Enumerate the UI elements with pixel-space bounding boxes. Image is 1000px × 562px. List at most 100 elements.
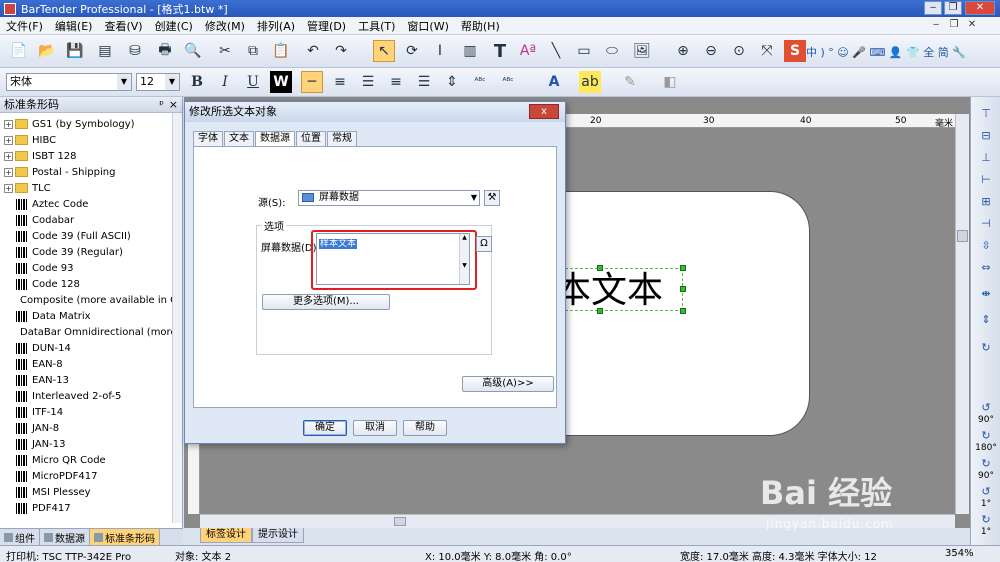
rich-text-icon[interactable]: Aª [517,40,539,62]
tree-folder[interactable]: + ISBT 128 [0,148,182,164]
zoom-fit-icon[interactable]: ⊙ [728,40,750,62]
tree-folder[interactable]: + HIBC [0,132,182,148]
expand-icon[interactable]: + [4,119,13,129]
ok-button[interactable]: 确定 [303,420,347,436]
text-tool-icon[interactable]: T [489,40,511,62]
bold-button[interactable]: B [186,71,208,93]
tree-barcode[interactable]: JAN-8 [0,420,182,436]
tree-barcode[interactable]: PDF417 [0,500,182,516]
tab-general[interactable]: 常规 [327,131,357,146]
menu-tools[interactable]: 工具(T) [352,18,401,34]
tree-barcode[interactable]: Code 128 [0,276,182,292]
barcode-tool-icon[interactable]: ▥ [459,40,481,62]
tree-barcode[interactable]: MSI Plessey [0,484,182,500]
new-file-icon[interactable]: 📄 [8,40,30,62]
pin-icon[interactable]: ᵖ [159,97,164,113]
align-right-icon[interactable]: ≡ [385,71,407,93]
menu-help[interactable]: 帮助(H) [455,18,506,34]
resize-handle[interactable] [597,265,603,271]
rectangle-tool-icon[interactable]: ▭ [573,40,595,62]
line-spacing-icon[interactable]: ⇕ [441,71,463,93]
special-char-button[interactable]: Ω [476,236,492,252]
menu-file[interactable]: 文件(F) [0,18,49,34]
italic-button[interactable]: I [214,71,236,93]
align-left-icon[interactable]: ≡ [329,71,351,93]
page-setup-icon[interactable]: ▤ [94,40,116,62]
align-right-edge-icon[interactable]: ⊣ [975,213,997,233]
pen-color-icon[interactable]: ✎ [619,71,641,93]
align-top-icon[interactable]: ⊤ [975,103,997,123]
tree-barcode[interactable]: Code 39 (Full ASCII) [0,228,182,244]
tree-barcode[interactable]: EAN-13 [0,372,182,388]
line-tool-icon[interactable]: ╲ [545,40,567,62]
tab-standard-barcode[interactable]: 标准条形码 [90,529,160,545]
tree-barcode[interactable]: Aztec Code [0,196,182,212]
tree-barcode[interactable]: Data Matrix [0,308,182,324]
print-preview-icon[interactable]: 🔍 [182,40,204,62]
text-cursor-icon[interactable]: I [429,40,451,62]
scroll-thumb[interactable] [394,517,406,526]
menu-create[interactable]: 创建(C) [149,18,199,34]
reverse-button[interactable]: W [270,71,292,93]
tree-folder[interactable]: + Postal - Shipping [0,164,182,180]
tree-barcode[interactable]: Composite (more available in GS [0,292,182,308]
text-vertical-icon[interactable]: ᴬᴮᶜ [497,71,519,93]
source-wizard-icon[interactable]: ⚒ [484,190,500,206]
close-window-button[interactable]: ✕ [965,1,995,15]
doc-close-button[interactable]: ✕ [964,19,980,32]
tree-folder[interactable]: + GS1 (by Symbology) [0,116,182,132]
menu-modify[interactable]: 修改(M) [199,18,251,34]
help-button[interactable]: 帮助 [403,420,447,436]
paste-icon[interactable]: 📋 [270,40,292,62]
font-size-combo[interactable]: 12 ▼ [136,73,180,91]
copy-icon[interactable]: ⧉ [242,40,264,62]
zoom-page-icon[interactable]: ⤧ [756,40,778,62]
tab-components[interactable]: 组件 [0,529,40,545]
vertical-scrollbar[interactable] [955,114,969,514]
justify-icon[interactable]: ☰ [413,71,435,93]
tree-barcode[interactable]: JAN-13 [0,436,182,452]
undo-icon[interactable]: ↶ [302,40,324,62]
tree-barcode[interactable]: ITF-14 [0,404,182,420]
distribute-icon[interactable]: ⇳ [975,235,997,255]
tree-barcode[interactable]: Interleaved 2-of-5 [0,388,182,404]
expand-icon[interactable]: + [4,151,13,161]
menu-view[interactable]: 查看(V) [98,18,148,34]
resize-handle[interactable] [680,308,686,314]
tab-prompt-design[interactable]: 提示设计 [252,528,304,543]
scroll-thumb[interactable] [957,230,968,242]
tree-barcode[interactable]: Micro QR Code [0,452,182,468]
align-center-icon[interactable]: ☰ [357,71,379,93]
center-v-icon[interactable]: ⇕ [975,309,997,329]
doc-minimize-button[interactable]: ‒ [928,19,944,32]
zoom-out-icon[interactable]: ⊖ [700,40,722,62]
ellipse-tool-icon[interactable]: ⬭ [601,40,623,62]
tree-barcode[interactable]: Code 93 [0,260,182,276]
print-icon[interactable]: 🖶 [154,40,176,62]
align-center-v-icon[interactable]: ⊞ [975,191,997,211]
expand-icon[interactable]: + [4,183,13,193]
rotate-90-icon[interactable]: ↺ [975,397,997,417]
tab-font[interactable]: 字体 [193,131,223,146]
highlight-color-icon[interactable]: ab [579,71,601,93]
minimize-button[interactable]: ‒ [924,1,942,15]
panel-scrollbar[interactable] [172,113,182,523]
tree-barcode[interactable]: EAN-8 [0,356,182,372]
doc-restore-button[interactable]: ❐ [946,19,962,32]
underline-button[interactable]: U [242,71,264,93]
dialog-close-button[interactable]: x [529,104,559,119]
more-options-button[interactable]: 更多选项(M)... [262,294,390,310]
rotate-icon[interactable]: ⟳ [401,40,423,62]
resize-handle[interactable] [680,265,686,271]
close-icon[interactable]: × [169,97,178,113]
tree-barcode[interactable]: MicroPDF417 [0,468,182,484]
menu-window[interactable]: 窗口(W) [401,18,454,34]
font-color-icon[interactable]: A [543,71,565,93]
sogou-ime-icon[interactable]: S [784,40,806,62]
center-h-icon[interactable]: ⇼ [975,283,997,303]
align-middle-icon[interactable]: ⊟ [975,125,997,145]
expand-icon[interactable]: + [4,135,13,145]
rotate-180-icon[interactable]: ↻ [975,425,997,445]
tree-barcode[interactable]: DUN-14 [0,340,182,356]
redo-icon[interactable]: ↷ [330,40,352,62]
